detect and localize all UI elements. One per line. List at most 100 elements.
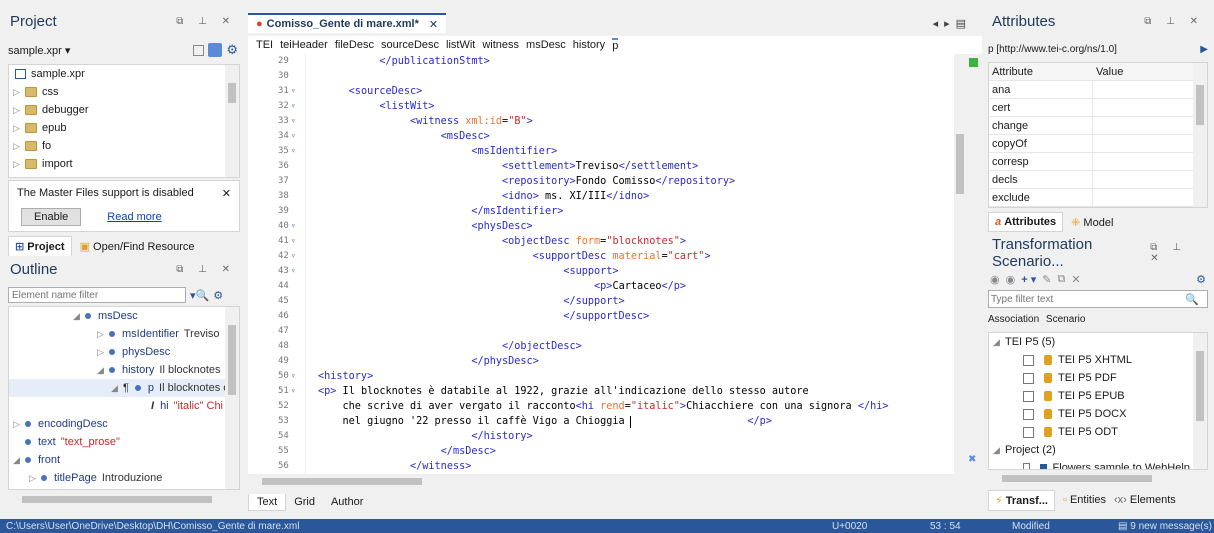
tab-attributes[interactable]: a Attributes <box>988 212 1064 232</box>
scenario-hscrollbar[interactable] <box>988 472 1208 484</box>
code-line[interactable]: nel giugno '22 presso il caffè Vigo a Ch… <box>318 416 772 427</box>
code-line[interactable]: </objectDesc> <box>318 341 582 352</box>
breadcrumb-item[interactable]: sourceDesc <box>381 39 439 51</box>
breadcrumb-item[interactable]: history <box>573 39 605 51</box>
code-line[interactable]: <repository>Fondo Comisso</repository> <box>318 176 735 187</box>
outline-item[interactable]: ◢ history Il blocknotes <box>9 361 239 379</box>
tab-text[interactable]: Text <box>248 493 287 511</box>
editor-hscrollbar[interactable] <box>248 474 966 488</box>
attributes-scrollbar[interactable] <box>1193 63 1207 207</box>
tab-grid[interactable]: Grid <box>286 494 323 510</box>
outline-item[interactable]: Ihi "italic" Chi <box>9 397 239 415</box>
scenario-filter-input[interactable] <box>989 293 1185 305</box>
link-editor-icon[interactable] <box>208 43 223 57</box>
code-line[interactable]: <physDesc> <box>318 221 532 232</box>
project-folder[interactable]: ▷ fo <box>9 137 239 155</box>
code-line[interactable]: che scrive di aver vergato il racconto<h… <box>318 401 889 412</box>
editor-tab-nav-icons[interactable]: ◂▸▤ <box>933 17 982 30</box>
fold-icon[interactable]: ▿ <box>291 116 296 125</box>
close-icon[interactable]: ✕ <box>222 187 231 200</box>
code-line[interactable]: </publicationStmt> <box>318 56 489 67</box>
scenario-item[interactable]: TEI P5 PDF <box>989 369 1207 387</box>
expand-arrow-icon[interactable]: ▶ <box>1200 44 1208 55</box>
scenario-item[interactable]: TEI P5 XHTML <box>989 351 1207 369</box>
code-line[interactable]: </witness> <box>318 461 471 472</box>
overview-ruler[interactable]: ✖ <box>966 54 982 474</box>
association-checkbox[interactable] <box>1023 390 1034 402</box>
attribute-row[interactable]: corresp <box>989 152 1207 171</box>
editor-tab[interactable]: ● Comisso_Gente di mare.xml* ✕ <box>248 13 447 33</box>
tab-transformation[interactable]: ⚡ Transf... <box>988 489 1055 511</box>
fold-icon[interactable]: ▿ <box>291 146 296 155</box>
fold-icon[interactable]: ▿ <box>291 101 296 110</box>
panel-controls-icon[interactable]: ⧉ ⊥ ✕ <box>176 16 236 27</box>
tab-elements[interactable]: ‹x› Elements <box>1114 494 1176 506</box>
element-filter-input[interactable] <box>8 287 186 303</box>
search-icon[interactable]: ▾🔍 <box>190 289 209 302</box>
status-messages[interactable]: ▤ 9 new message(s) <box>1118 521 1212 532</box>
attribute-row[interactable]: change <box>989 116 1207 135</box>
gear-icon[interactable]: ⚙ <box>1196 273 1206 286</box>
code-line[interactable]: <msIdentifier> <box>318 146 557 157</box>
close-tab-icon[interactable]: ✕ <box>429 18 438 31</box>
fold-icon[interactable]: ▿ <box>291 386 296 395</box>
code-line[interactable]: <objectDesc form="blocknotes"> <box>318 236 686 247</box>
code-line[interactable]: <supportDesc material="cart"> <box>318 251 711 262</box>
outline-item[interactable]: ◢ front <box>9 451 239 469</box>
association-checkbox[interactable] <box>1023 372 1034 384</box>
code-line[interactable]: <history> <box>318 371 373 382</box>
code-line[interactable]: <sourceDesc> <box>318 86 423 97</box>
apply-scenario-icon[interactable]: ◉ <box>990 273 1000 286</box>
code-line[interactable]: <p> Il blocknotes è databile al 1922, gr… <box>318 386 809 397</box>
editor-vscrollbar[interactable] <box>954 54 966 474</box>
code-area[interactable]: 29 </publicationStmt> 30 31 ▿ <sourceDesc> 3… <box>248 54 966 474</box>
tab-author[interactable]: Author <box>323 494 371 510</box>
outline-item[interactable]: ▷ physDesc <box>9 343 239 361</box>
gear-icon[interactable]: ⚙ <box>213 289 223 302</box>
breadcrumb-item[interactable]: listWit <box>446 39 475 51</box>
code-line[interactable]: </msDesc> <box>318 446 496 457</box>
outline-item[interactable]: ▷ msIdentifier Treviso <box>9 325 239 343</box>
outline-item[interactable]: ▷ encodingDesc <box>9 415 239 433</box>
apply-associated-icon[interactable]: ◉ <box>1006 273 1016 286</box>
outline-item[interactable]: ◢ msDesc <box>9 307 239 325</box>
fold-icon[interactable]: ▿ <box>291 131 296 140</box>
remove-icon[interactable]: ✕ <box>1071 273 1080 286</box>
code-line[interactable]: <settlement>Treviso</settlement> <box>318 161 698 172</box>
code-line[interactable]: <msDesc> <box>318 131 490 142</box>
code-line[interactable]: <listWit> <box>318 101 434 112</box>
breadcrumb-item[interactable]: teiHeader <box>280 39 328 51</box>
code-line[interactable]: </history> <box>318 431 532 442</box>
panel-controls-icon[interactable]: ⧉ ⊥ ✕ <box>1150 242 1204 264</box>
scenario-scrollbar[interactable] <box>1193 333 1207 469</box>
outline-scrollbar[interactable] <box>225 307 239 489</box>
project-folder[interactable]: ▷ import <box>9 155 239 173</box>
tab-model[interactable]: ⁜ Model <box>1071 216 1113 229</box>
attribute-row[interactable]: ana <box>989 80 1207 99</box>
scenario-item[interactable]: Flowers sample to WebHelp Re <box>989 459 1207 469</box>
fold-icon[interactable]: ▿ <box>291 266 296 275</box>
breadcrumb-item[interactable]: witness <box>482 39 519 51</box>
tab-project[interactable]: ⊞ Project <box>8 235 72 257</box>
code-line[interactable]: </physDesc> <box>318 356 538 367</box>
scenario-item[interactable]: TEI P5 DOCX <box>989 405 1207 423</box>
association-checkbox[interactable] <box>1023 426 1034 438</box>
scenario-item[interactable]: TEI P5 EPUB <box>989 387 1207 405</box>
attribute-row[interactable]: decls <box>989 170 1207 189</box>
duplicate-icon[interactable]: ⧉ <box>1057 273 1065 286</box>
outline-item[interactable]: ▷ titlePage Introduzione <box>9 469 239 487</box>
read-more-link[interactable]: Read more <box>107 211 161 223</box>
breadcrumb-item[interactable]: TEI <box>256 39 273 51</box>
breadcrumb-item[interactable]: msDesc <box>526 39 566 51</box>
gear-icon[interactable]: ⚙ <box>226 42 238 58</box>
scenario-item[interactable]: TEI P5 ODT <box>989 423 1207 441</box>
enable-button[interactable]: Enable <box>21 208 82 226</box>
project-root[interactable]: sample.xpr <box>9 65 239 83</box>
breadcrumb-item[interactable]: fileDesc <box>335 39 374 51</box>
code-line[interactable]: <idno> ms. XI/III</idno> <box>318 191 649 202</box>
tab-entities[interactable]: ▫ Entities <box>1063 494 1106 506</box>
project-tree-scrollbar[interactable] <box>225 65 239 177</box>
attribute-row[interactable]: exclude <box>989 188 1207 207</box>
code-line[interactable]: <p>Cartaceo</p> <box>318 281 686 292</box>
project-folder[interactable]: ▷ css <box>9 83 239 101</box>
